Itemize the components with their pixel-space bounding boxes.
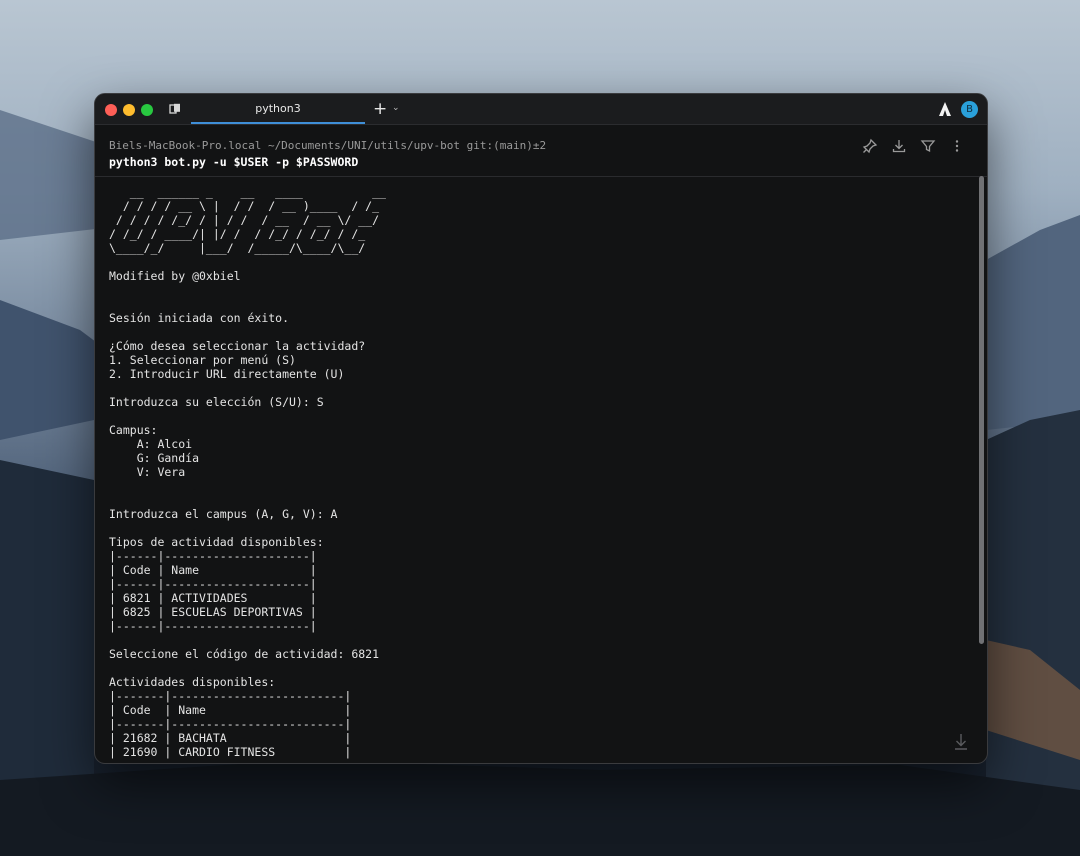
command-text: python3 bot.py -u $USER -p $PASSWORD bbox=[109, 155, 359, 169]
kebab-menu-icon[interactable] bbox=[949, 138, 965, 154]
title-bar: python3 + ⌄ B bbox=[95, 94, 987, 125]
chevron-down-icon[interactable]: ⌄ bbox=[392, 103, 400, 113]
close-window-button[interactable] bbox=[105, 104, 117, 116]
zoom-window-button[interactable] bbox=[141, 104, 153, 116]
scroll-to-bottom-icon[interactable] bbox=[953, 733, 969, 751]
tab-python3[interactable]: python3 bbox=[191, 94, 365, 124]
command-block-header[interactable]: Biels-MacBook-Pro.local ~/Documents/UNI/… bbox=[95, 125, 987, 177]
download-icon[interactable] bbox=[891, 138, 907, 154]
warp-logo-icon[interactable] bbox=[938, 102, 952, 117]
scrollbar[interactable] bbox=[979, 176, 984, 644]
avatar[interactable]: B bbox=[961, 101, 978, 118]
split-pane-icon[interactable] bbox=[169, 103, 181, 114]
terminal-window: python3 + ⌄ B Biels-MacBook-Pro.local ~/… bbox=[94, 93, 988, 764]
block-actions bbox=[854, 138, 965, 158]
plus-icon[interactable]: + bbox=[373, 98, 387, 120]
pin-icon[interactable] bbox=[862, 138, 878, 154]
minimize-window-button[interactable] bbox=[123, 104, 135, 116]
prompt-context: Biels-MacBook-Pro.local ~/Documents/UNI/… bbox=[109, 139, 547, 152]
terminal-output: __ ______ _ __ ____ __ / / / / __ \ | / … bbox=[109, 185, 386, 761]
filter-icon[interactable] bbox=[920, 138, 936, 154]
